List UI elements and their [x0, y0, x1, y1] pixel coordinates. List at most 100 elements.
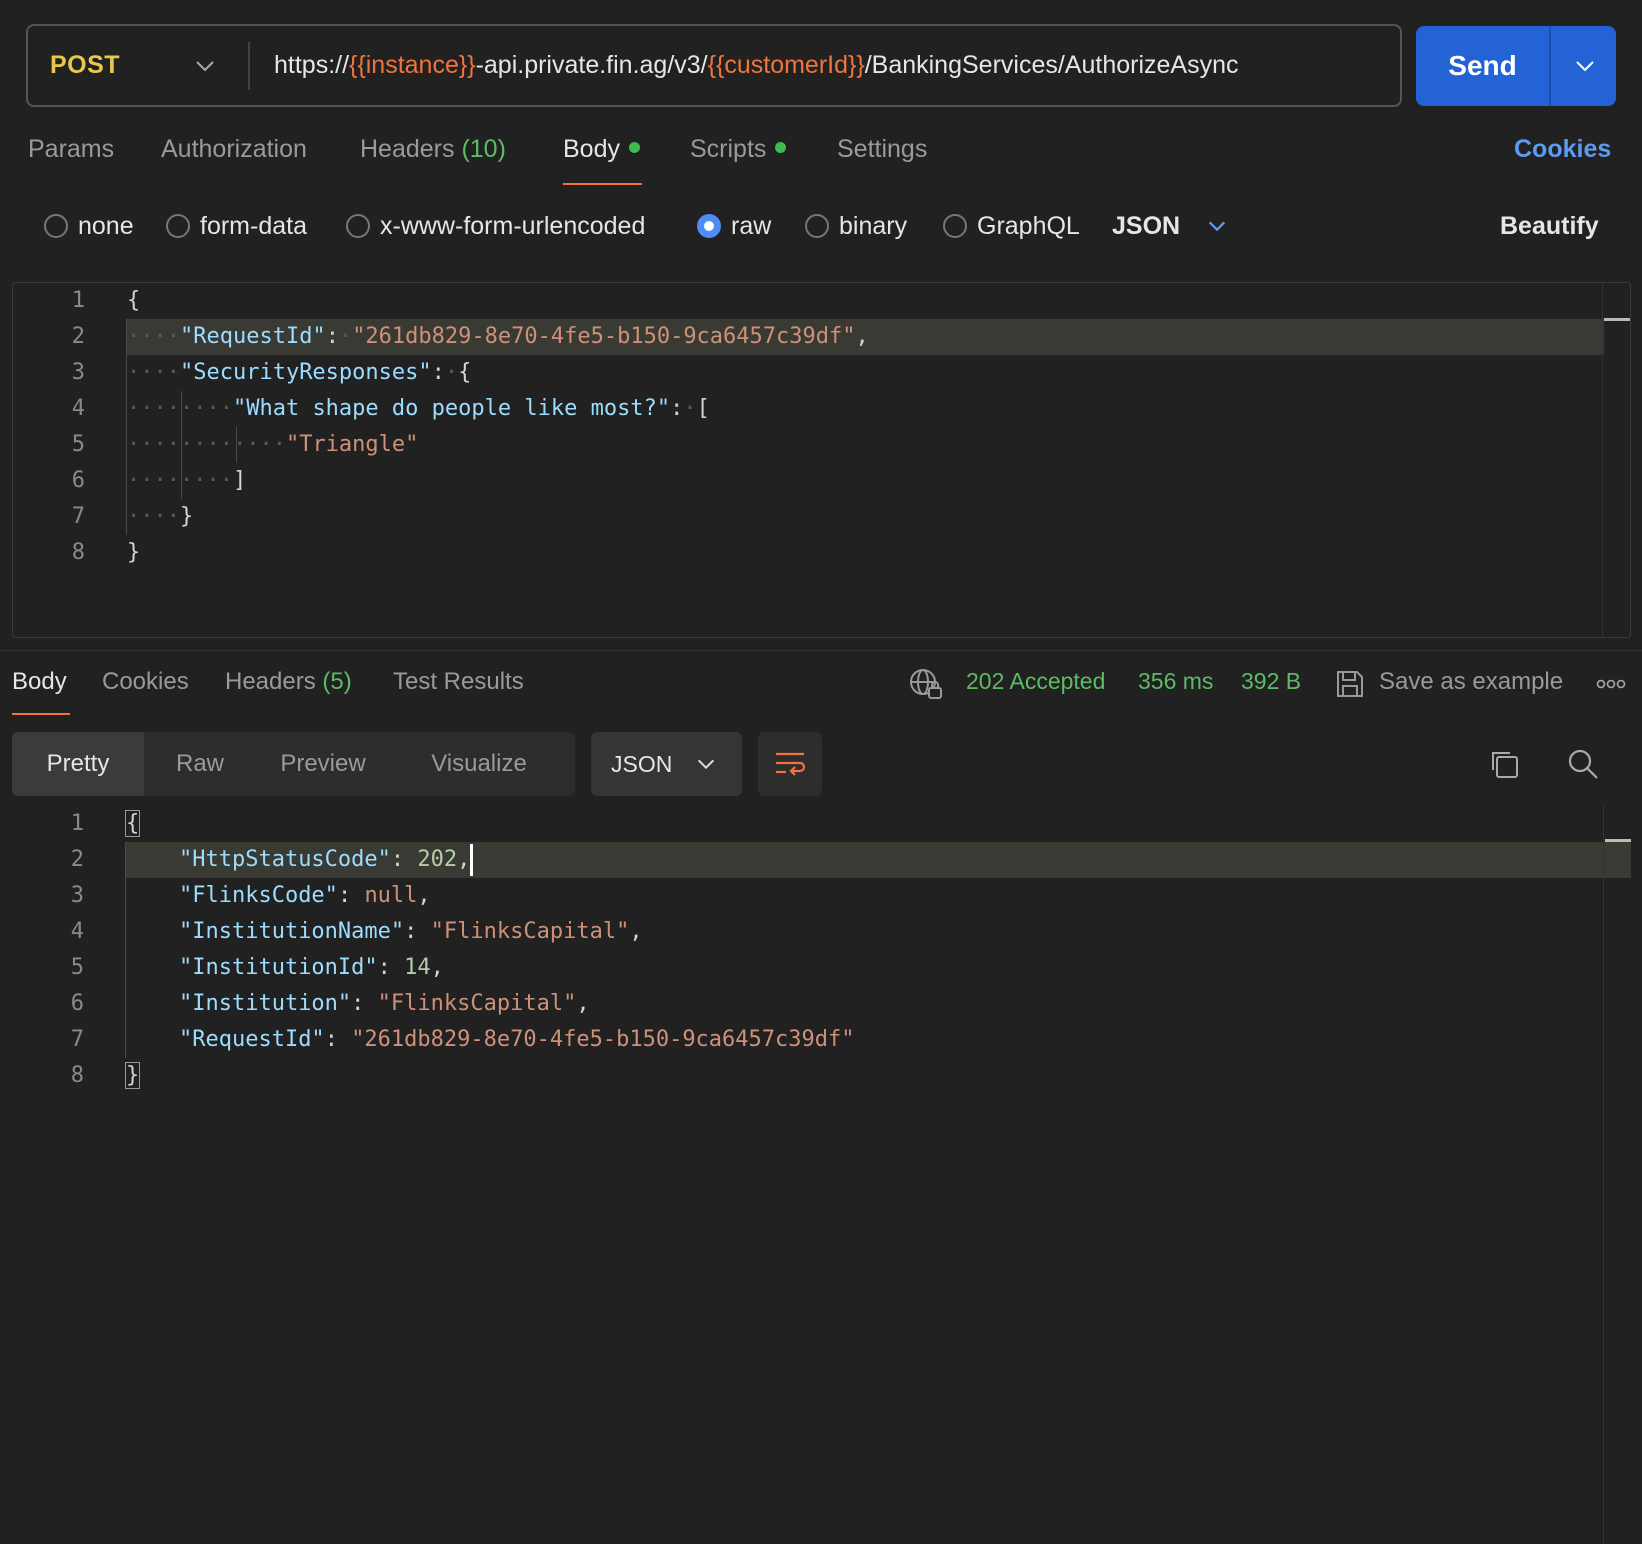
scroll-marker	[1604, 318, 1630, 321]
tab-headers[interactable]: Headers (10)	[360, 135, 506, 175]
radio-label: binary	[839, 211, 908, 240]
tab-scripts-label: Scripts	[690, 135, 767, 163]
url-input[interactable]: https://{{instance}} -api.private.fin.ag/…	[274, 26, 1239, 105]
code-line: ········"What shape do people like most?…	[127, 396, 710, 421]
body-format-select[interactable]: JSON	[1112, 208, 1228, 244]
tab-params[interactable]: Params	[28, 135, 114, 175]
more-options-icon[interactable]	[1596, 678, 1626, 690]
code-line: "HttpStatusCode": 202,	[126, 842, 474, 878]
send-options-chevron-icon[interactable]	[1573, 54, 1597, 78]
chevron-down-icon[interactable]	[193, 54, 217, 78]
scripts-indicator-dot	[775, 141, 787, 153]
tab-body-label: Body	[563, 135, 620, 163]
response-tab-headers[interactable]: Headers (5)	[225, 668, 352, 706]
send-button-group[interactable]: Send	[1416, 26, 1616, 106]
code-line: {	[127, 288, 141, 313]
request-scrollbar[interactable]	[1602, 283, 1630, 637]
method-select[interactable]: POST	[50, 26, 120, 105]
search-icon[interactable]	[1567, 748, 1599, 780]
indent-guide	[126, 319, 127, 535]
view-pretty[interactable]: Pretty	[12, 732, 144, 796]
chevron-down-icon[interactable]	[1206, 215, 1228, 237]
response-time[interactable]: 356 ms	[1138, 668, 1213, 695]
radio-circle[interactable]	[346, 214, 370, 238]
radio-label: none	[78, 211, 134, 240]
response-format-select[interactable]: JSON	[591, 732, 742, 796]
url-variable-instance: {{instance}}	[349, 51, 476, 79]
line-number: 2	[71, 324, 85, 349]
response-tab-headers-label: Headers	[225, 668, 316, 695]
wrap-lines-button[interactable]	[758, 732, 822, 796]
radio-none[interactable]: none	[44, 208, 134, 244]
tab-authorization[interactable]: Authorization	[161, 135, 307, 175]
url-part: https://	[274, 51, 350, 79]
radio-raw[interactable]: raw	[697, 208, 771, 244]
view-raw[interactable]: Raw	[144, 732, 256, 796]
response-body-viewer[interactable]: 1 { 2 "HttpStatusCode": 202, 3 "FlinksCod…	[12, 806, 1631, 1544]
copy-icon[interactable]	[1488, 748, 1520, 780]
url-part: /BankingServices/AuthorizeAsync	[864, 51, 1239, 79]
radio-circle-selected[interactable]	[697, 214, 721, 238]
indent-guide	[181, 391, 182, 499]
response-tab-test-results[interactable]: Test Results	[393, 668, 524, 706]
request-body-editor[interactable]: 1 { 2 ····"RequestId":·"261db829-8e70-4fe5…	[12, 282, 1631, 638]
line-number: 6	[71, 468, 85, 493]
line-number: 5	[70, 955, 84, 980]
response-headers-count: (5)	[322, 668, 352, 695]
line-number: 8	[70, 1063, 84, 1088]
radio-binary[interactable]: binary	[805, 208, 907, 244]
radio-circle[interactable]	[943, 214, 967, 238]
beautify-button[interactable]: Beautify	[1500, 208, 1599, 244]
response-tab-cookies[interactable]: Cookies	[102, 668, 189, 706]
code-line: "Institution": "FlinksCapital",	[178, 991, 590, 1016]
text-cursor	[470, 844, 474, 876]
tab-scripts[interactable]: Scripts	[690, 135, 787, 175]
body-indicator-dot	[628, 141, 640, 153]
code-line: "InstitutionName": "FlinksCapital",	[178, 919, 643, 944]
save-as-example-button[interactable]: Save as example	[1379, 668, 1563, 696]
url-bar[interactable]: POST https://{{instance}} -api.private.fi…	[26, 24, 1402, 107]
response-scrollbar[interactable]	[1603, 806, 1631, 1544]
radio-label: raw	[731, 211, 772, 240]
panel-divider[interactable]	[0, 650, 1642, 651]
code-line: ········]	[127, 468, 247, 493]
response-size[interactable]: 392 B	[1241, 668, 1301, 695]
view-preview[interactable]: Preview	[256, 732, 390, 796]
headers-count: (10)	[461, 135, 506, 163]
response-tab-body[interactable]: Body	[12, 668, 67, 706]
radio-form-data[interactable]: form-data	[166, 208, 307, 244]
code-line: {	[124, 810, 141, 837]
radio-urlencoded[interactable]: x-www-form-urlencoded	[346, 208, 645, 244]
radio-circle[interactable]	[805, 214, 829, 238]
send-divider	[1549, 26, 1551, 106]
scroll-marker	[1605, 839, 1631, 842]
chevron-down-icon[interactable]	[695, 753, 717, 775]
line-number: 8	[71, 540, 85, 565]
radio-label: form-data	[200, 211, 307, 240]
code-line: ····"SecurityResponses":·{	[127, 360, 472, 385]
radio-label: GraphQL	[977, 211, 1080, 240]
response-format-label: JSON	[611, 750, 673, 777]
tab-headers-label: Headers	[360, 135, 455, 163]
globe-lock-icon[interactable]	[908, 667, 944, 701]
line-number: 1	[70, 811, 84, 836]
tab-body[interactable]: Body	[563, 135, 640, 175]
radio-circle[interactable]	[44, 214, 68, 238]
save-icon[interactable]	[1334, 668, 1366, 700]
tab-settings[interactable]: Settings	[837, 135, 927, 175]
line-number: 3	[71, 360, 85, 385]
status-code[interactable]: 202 Accepted	[966, 668, 1105, 695]
radio-label: x-www-form-urlencoded	[380, 211, 646, 240]
line-number: 4	[70, 919, 84, 944]
line-number: 3	[70, 883, 84, 908]
send-button[interactable]: Send	[1416, 26, 1549, 106]
code-line: }	[124, 1062, 141, 1089]
radio-graphql[interactable]: GraphQL	[943, 208, 1080, 244]
code-line: "InstitutionId": 14,	[178, 955, 444, 980]
code-line: ············"Triangle"	[127, 432, 419, 457]
radio-circle[interactable]	[166, 214, 190, 238]
view-visualize[interactable]: Visualize	[390, 732, 568, 796]
cookies-link[interactable]: Cookies	[1514, 135, 1611, 175]
active-tab-underline	[563, 183, 642, 185]
view-mode-segmented[interactable]: Pretty Raw Preview Visualize	[12, 732, 575, 796]
